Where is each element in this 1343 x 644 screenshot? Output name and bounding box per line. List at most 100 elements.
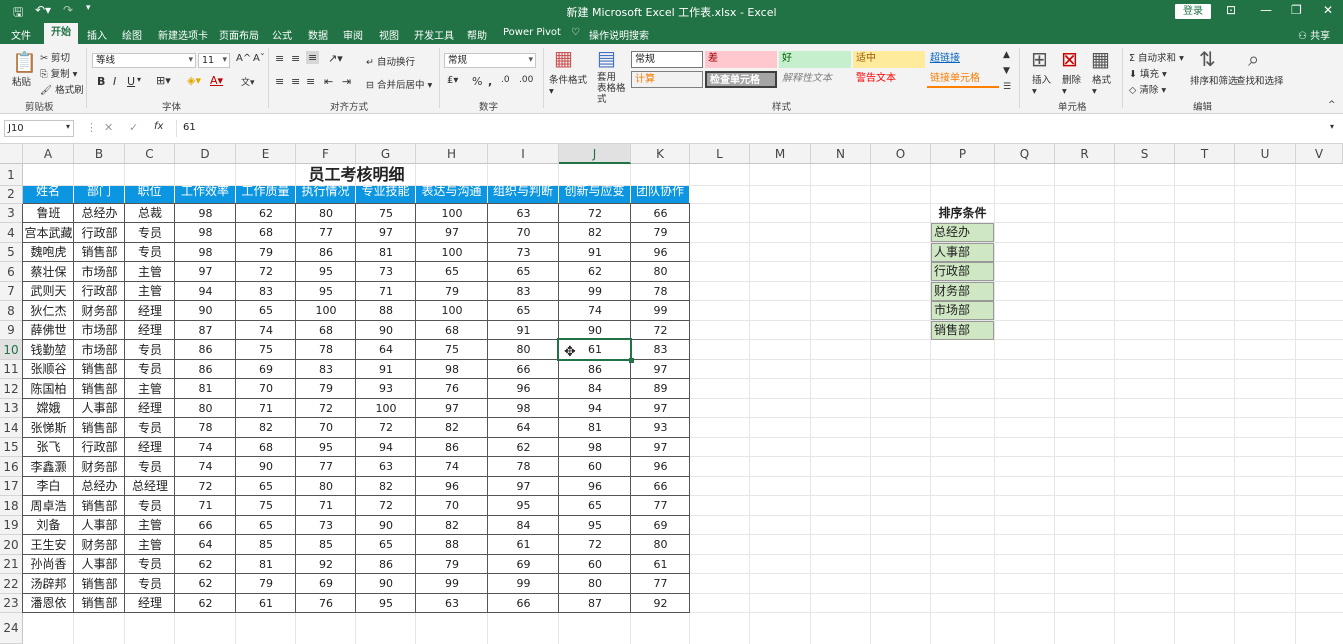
row-header[interactable]: 8 [0, 301, 23, 321]
table-cell[interactable]: 100 [416, 243, 488, 262]
percent-icon[interactable]: % [472, 75, 482, 88]
table-cell[interactable]: 人事部 [74, 399, 125, 418]
table-cell[interactable]: 销售部 [74, 574, 125, 594]
table-cell[interactable]: 宫本武藏 [23, 223, 74, 243]
table-cell[interactable]: 88 [416, 535, 488, 555]
bold-icon[interactable]: B [97, 75, 105, 88]
row-header[interactable]: 23 [0, 594, 23, 613]
format-table-button[interactable]: 套用 表格格式 [597, 72, 631, 105]
style-hyperlink[interactable]: 超链接 [927, 51, 999, 68]
worksheet-grid[interactable]: A B C D E F G H I J K L M N O P Q R S T U V 1 2 3 4 5 6 7 8 9 10 11 12 13 1… [0, 144, 1343, 644]
sort-condition-item[interactable]: 市场部 [931, 301, 994, 320]
table-cell[interactable]: 98 [559, 438, 631, 457]
row-header[interactable]: 16 [0, 457, 23, 477]
phonetic-icon[interactable]: 文▾ [241, 75, 255, 88]
table-cell[interactable]: 98 [175, 204, 236, 223]
row-header[interactable]: 22 [0, 574, 23, 594]
tab-help[interactable]: 帮助 [467, 27, 487, 42]
select-all-corner[interactable] [0, 144, 23, 164]
table-cell[interactable]: 82 [236, 418, 296, 438]
table-cell[interactable]: 99 [631, 301, 690, 321]
decrease-indent-icon[interactable]: ⇤ [324, 75, 333, 88]
table-cell[interactable]: 薛佛世 [23, 321, 74, 340]
table-cell[interactable]: 专员 [125, 457, 175, 477]
table-cell[interactable]: 93 [356, 379, 416, 399]
column-header[interactable]: P [931, 144, 995, 164]
table-cell[interactable]: 95 [296, 438, 356, 457]
table-cell[interactable]: 65 [356, 535, 416, 555]
table-cell[interactable]: 62 [175, 594, 236, 613]
table-cell[interactable]: 98 [488, 399, 559, 418]
table-cell[interactable]: 90 [356, 321, 416, 340]
table-cell[interactable]: 财务部 [74, 301, 125, 321]
table-cell[interactable]: 86 [356, 555, 416, 574]
autosum-button[interactable]: Σ 自动求和 ▾ [1129, 50, 1184, 64]
table-cell[interactable]: 68 [416, 321, 488, 340]
table-cell[interactable]: 100 [416, 301, 488, 321]
table-cell[interactable]: 75 [236, 340, 296, 360]
table-cell[interactable]: 62 [488, 438, 559, 457]
style-neutral[interactable]: 适中 [853, 51, 925, 68]
table-cell[interactable]: 91 [356, 360, 416, 379]
table-cell[interactable]: 73 [356, 262, 416, 282]
style-linked-cell[interactable]: 链接单元格 [927, 71, 999, 88]
merge-center-button[interactable]: ⊟ 合并后居中 ▾ [366, 77, 432, 91]
table-cell[interactable]: 78 [175, 418, 236, 438]
table-cell[interactable]: 主管 [125, 262, 175, 282]
style-calculation[interactable]: 计算 [631, 71, 703, 88]
tab-view[interactable]: 视图 [379, 27, 399, 42]
table-cell[interactable]: 96 [559, 477, 631, 496]
table-cell[interactable]: 61 [236, 594, 296, 613]
table-cell[interactable]: 刘备 [23, 516, 74, 535]
grow-font-icon[interactable]: A^ [236, 53, 251, 64]
table-cell[interactable]: 主管 [125, 379, 175, 399]
align-middle-icon[interactable]: ≡ [291, 52, 300, 65]
table-cell[interactable]: 71 [356, 282, 416, 301]
table-cell[interactable]: 76 [416, 379, 488, 399]
column-header[interactable]: U [1235, 144, 1296, 164]
table-cell[interactable]: 88 [356, 301, 416, 321]
table-cell[interactable]: 97 [488, 477, 559, 496]
table-cell[interactable]: 潘恩依 [23, 594, 74, 613]
table-cell[interactable]: 80 [631, 535, 690, 555]
format-painter-button[interactable]: 🖌 格式刷 [40, 82, 84, 96]
insert-cells-button[interactable]: 插入 ▾ [1032, 72, 1051, 97]
table-cell[interactable]: 98 [175, 243, 236, 262]
find-select-button[interactable]: 查找和选择 [1236, 73, 1284, 87]
table-cell[interactable]: 90 [356, 516, 416, 535]
conditional-format-button[interactable]: 条件格式 ▾ [549, 72, 587, 97]
table-cell[interactable]: 84 [559, 379, 631, 399]
style-warning[interactable]: 警告文本 [853, 71, 925, 88]
table-cell[interactable]: 95 [296, 262, 356, 282]
tab-file[interactable]: 文件 [11, 27, 31, 42]
table-cell[interactable]: 97 [416, 223, 488, 243]
table-cell[interactable]: 96 [631, 457, 690, 477]
table-cell[interactable]: 70 [488, 223, 559, 243]
table-header-cell[interactable]: 工作质量 [236, 184, 296, 204]
minimize-icon[interactable]: — [1260, 3, 1272, 17]
underline-menu-icon[interactable]: ▾ [137, 75, 141, 84]
table-cell[interactable]: 70 [296, 418, 356, 438]
table-cell[interactable]: 孙尚香 [23, 555, 74, 574]
table-cell[interactable]: 财务部 [74, 457, 125, 477]
table-cell[interactable]: 市场部 [74, 340, 125, 360]
align-center-icon[interactable]: ≡ [291, 75, 300, 88]
table-cell[interactable]: 97 [631, 438, 690, 457]
table-cell[interactable]: 主管 [125, 516, 175, 535]
table-cell[interactable]: 79 [631, 223, 690, 243]
table-cell[interactable]: 84 [488, 516, 559, 535]
table-cell[interactable]: 销售部 [74, 496, 125, 516]
underline-icon[interactable]: U [127, 75, 135, 88]
column-header[interactable]: D [175, 144, 236, 164]
table-cell[interactable]: 80 [296, 204, 356, 223]
table-cell[interactable]: 65 [488, 262, 559, 282]
table-cell[interactable]: 魏咆虎 [23, 243, 74, 262]
table-cell[interactable]: 经理 [125, 399, 175, 418]
table-cell[interactable]: 90 [175, 301, 236, 321]
table-cell[interactable]: 73 [488, 243, 559, 262]
table-cell[interactable]: 68 [236, 438, 296, 457]
table-cell[interactable]: 97 [631, 360, 690, 379]
table-cell[interactable]: 86 [175, 340, 236, 360]
table-cell[interactable]: 71 [296, 496, 356, 516]
row-header[interactable]: 3 [0, 204, 23, 223]
